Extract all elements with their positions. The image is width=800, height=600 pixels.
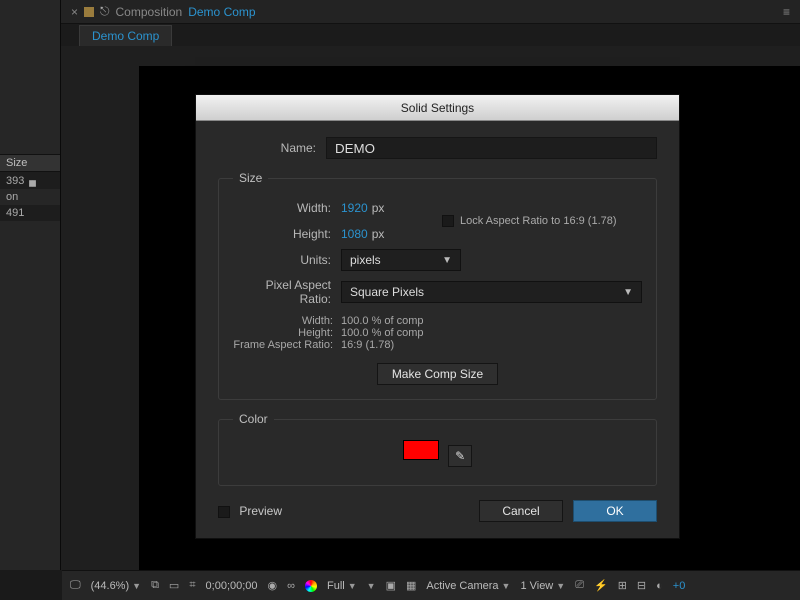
width-value[interactable]: 1920 — [341, 201, 368, 215]
info-height-label: Height: — [233, 327, 341, 339]
project-panel-sliver: Size 393▗▖ on 491 — [0, 0, 60, 570]
roi-icon[interactable]: ▣ — [386, 579, 396, 592]
pixel-aspect-icon[interactable]: ⎚ — [575, 579, 584, 592]
viewer-toolbar: 🖵 (44.6%) ▼ ⧉ ▭ ⌗ 0;00;00;00 ◉ ∞ Full ▼ … — [62, 570, 800, 600]
width-label: Width: — [233, 201, 341, 215]
grid-icon[interactable]: ⌗ — [189, 579, 195, 592]
fast-previews-icon[interactable]: ⚡ — [594, 579, 608, 592]
par-label: Pixel Aspect Ratio: — [233, 278, 341, 306]
timeline-icon[interactable]: ⊞ — [618, 579, 627, 592]
snapshot-icon[interactable]: ◉ — [268, 579, 278, 592]
color-management-icon[interactable] — [305, 580, 317, 592]
info-width-label: Width: — [233, 315, 341, 327]
cancel-button[interactable]: Cancel — [479, 500, 563, 522]
eyedropper-icon: ✎ — [455, 449, 465, 463]
lock-aspect-checkbox[interactable] — [442, 215, 454, 227]
chevron-down-icon: ▼ — [132, 581, 141, 591]
chevron-down-icon: ▼ — [556, 581, 565, 591]
name-label: Name: — [218, 141, 326, 155]
color-legend: Color — [233, 412, 274, 426]
preview-label: Preview — [239, 504, 282, 518]
units-dropdown[interactable]: pixels▼ — [341, 249, 461, 271]
color-group: Color ✎ — [218, 412, 657, 486]
transparency-grid-icon[interactable]: ▦ — [406, 579, 416, 592]
camera-menu[interactable]: Active Camera ▼ — [426, 580, 510, 592]
resolution-icon[interactable]: ⧉ — [151, 579, 159, 592]
size-row: 491 — [0, 205, 60, 221]
panel-label: Composition — [116, 5, 183, 19]
preview-checkbox[interactable] — [218, 506, 230, 518]
flowchart-icon[interactable]: ⊟ — [637, 579, 646, 592]
panel-menu-icon[interactable]: ≡ — [783, 5, 790, 19]
info-width-value: 100.0 % of comp — [341, 315, 424, 327]
info-far-value: 16:9 (1.78) — [341, 339, 394, 351]
viewer-tab[interactable]: Demo Comp — [79, 25, 172, 46]
lock-icon[interactable]: ⎋ — [100, 4, 110, 19]
name-input[interactable] — [326, 137, 657, 159]
ok-button[interactable]: OK — [573, 500, 657, 522]
view-layout-menu[interactable]: 1 View ▼ — [520, 580, 565, 592]
close-panel-icon[interactable]: × — [71, 5, 78, 19]
panel-comp-name[interactable]: Demo Comp — [188, 5, 255, 19]
make-comp-size-button[interactable]: Make Comp Size — [377, 363, 498, 385]
size-legend: Size — [233, 171, 268, 185]
viewer-tabs: Demo Comp — [61, 24, 800, 46]
height-value[interactable]: 1080 — [341, 227, 368, 241]
dialog-title: Solid Settings — [196, 95, 679, 121]
info-height-value: 100.0 % of comp — [341, 327, 424, 339]
chevron-down-icon[interactable]: ▼ — [367, 581, 376, 591]
show-channel-icon[interactable]: ∞ — [287, 580, 295, 592]
eyedropper-button[interactable]: ✎ — [448, 445, 472, 467]
size-row: 393▗▖ — [0, 172, 60, 189]
resolution-menu[interactable]: Full ▼ — [327, 580, 357, 592]
panel-header: × ⎋ Composition Demo Comp ≡ — [61, 0, 800, 24]
timecode[interactable]: 0;00;00;00 — [206, 580, 258, 592]
chevron-down-icon: ▼ — [442, 255, 452, 266]
info-far-label: Frame Aspect Ratio: — [233, 339, 341, 351]
comp-swatch-icon — [84, 7, 94, 17]
chevron-down-icon: ▼ — [348, 581, 357, 591]
safe-zones-icon[interactable]: ▭ — [169, 579, 179, 592]
chevron-down-icon: ▼ — [502, 581, 511, 591]
monitor-icon[interactable]: 🖵 — [70, 579, 81, 592]
size-row: on — [0, 189, 60, 205]
solid-settings-dialog: Solid Settings Name: Size Width: 1920 px… — [195, 94, 680, 539]
units-label: Units: — [233, 253, 341, 267]
zoom-menu[interactable]: (44.6%) ▼ — [91, 580, 141, 592]
height-label: Height: — [233, 227, 341, 241]
lock-aspect-label: Lock Aspect Ratio to 16:9 (1.78) — [460, 215, 617, 227]
chevron-down-icon: ▼ — [623, 287, 633, 298]
size-group: Size Width: 1920 px Height: 1080 px — [218, 171, 657, 400]
unit-px: px — [372, 227, 385, 241]
column-header-size[interactable]: Size — [0, 154, 60, 172]
exposure-value[interactable]: +0 — [673, 580, 686, 592]
color-swatch[interactable] — [403, 440, 439, 460]
reset-exposure-icon[interactable]: ◐ — [656, 580, 663, 592]
par-dropdown[interactable]: Square Pixels▼ — [341, 281, 642, 303]
unit-px: px — [372, 201, 385, 215]
